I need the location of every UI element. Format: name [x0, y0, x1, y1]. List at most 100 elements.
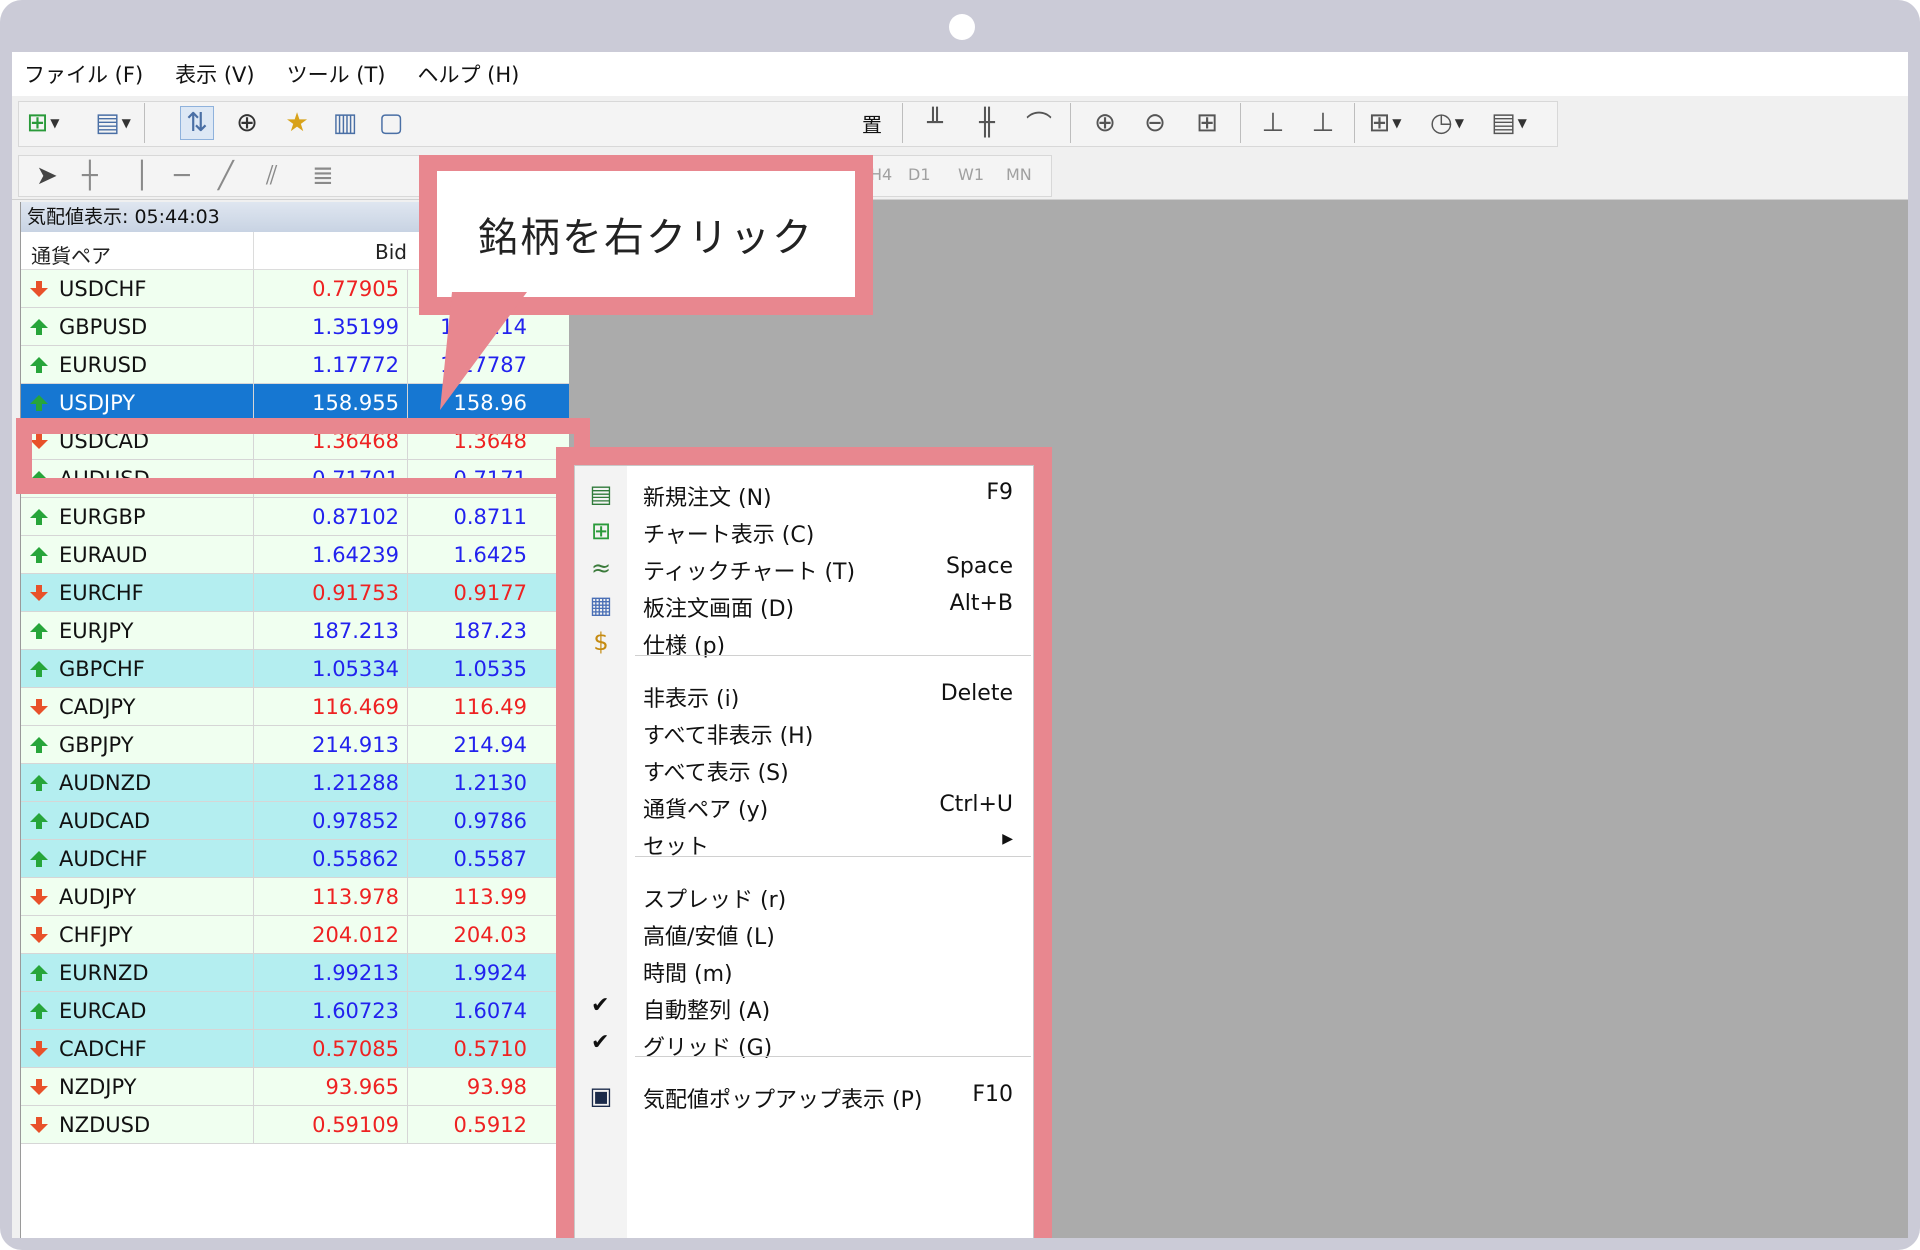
ask-cell: 93.98 — [466, 1075, 527, 1099]
menu-item-label: ティックチャート (T) — [643, 560, 856, 585]
table-row[interactable]: CADJPY 116.469 116.49 — [21, 688, 569, 726]
bid-cell: 1.35199 — [312, 315, 399, 339]
bar-chart-icon[interactable]: ╨ — [918, 106, 952, 140]
table-row[interactable]: NZDJPY 93.965 93.98 — [21, 1068, 569, 1106]
menu-item-shortcut: Delete — [940, 681, 1013, 706]
table-row[interactable]: AUDJPY 113.978 113.99 — [21, 878, 569, 916]
standard-toolbar: ⊞ ▼ ▤ ▼ ⇅ ⊕ ★ ▥ ▢ 置 ╨ ╫ ⌒ ⊕ ⊖ ⊞ ⊥ ⊥ ⊞ ▼ ◷ ▼ … — [12, 97, 1908, 153]
menu-tools[interactable]: ツール (T) — [287, 59, 386, 89]
candlestick-icon[interactable]: ╫ — [970, 106, 1004, 140]
symbol-cell: GBPUSD — [59, 315, 148, 339]
menu-view[interactable]: 表示 (V) — [175, 59, 254, 89]
indicators-icon[interactable]: ⊞ ▼ — [1368, 106, 1402, 140]
timeframe-mn[interactable]: MN — [1006, 165, 1032, 184]
symbol-cell: GBPCHF — [59, 657, 145, 681]
bid-cell: 0.77905 — [312, 277, 399, 301]
table-row[interactable]: GBPJPY 214.913 214.94 — [21, 726, 569, 764]
horizontal-line-icon[interactable]: ─ — [174, 161, 190, 191]
callout-text: 銘柄を右クリック — [437, 171, 855, 297]
table-row[interactable]: EURCAD 1.60723 1.6074 — [21, 992, 569, 1030]
menu-item-label: 板注文画面 (D) — [643, 597, 795, 622]
table-row[interactable]: EURJPY 187.213 187.23 — [21, 612, 569, 650]
timeframe-w1[interactable]: W1 — [958, 165, 984, 184]
bid-cell: 187.213 — [312, 619, 399, 643]
new-order-icon: ▤ — [589, 480, 613, 508]
toolbar-partial-label: 置 — [862, 113, 882, 137]
bid-cell: 214.913 — [312, 733, 399, 757]
menu-item-popup-prices[interactable]: ▣ 気配値ポップアップ表示 (P) F10 — [575, 1074, 1035, 1118]
ask-cell: 0.5710 — [453, 1037, 527, 1061]
table-row[interactable]: NZDUSD 0.59109 0.5912 — [21, 1106, 569, 1144]
ask-cell: 1.2130 — [453, 771, 527, 795]
zoom-in-icon[interactable]: ⊕ — [1088, 106, 1122, 140]
tile-windows-icon[interactable]: ⊞ — [1190, 106, 1224, 140]
price-up-arrow-icon — [29, 735, 49, 755]
ask-cell: 1.0535 — [453, 657, 527, 681]
menu-item-shortcut: Ctrl+U — [939, 792, 1013, 817]
chart-shift-icon[interactable]: ⊥ — [1306, 106, 1340, 140]
navigator-icon[interactable]: ★ — [280, 106, 314, 140]
menu-item-specification[interactable]: $ 仕様 (p) — [575, 620, 1035, 664]
zoom-out-icon[interactable]: ⊖ — [1138, 106, 1172, 140]
device-frame: ファイル (F) 表示 (V) ツール (T) ヘルプ (H) ⊞ ▼ ▤ ▼ ⇅ … — [0, 0, 1920, 1250]
table-row[interactable]: GBPCHF 1.05334 1.0535 — [21, 650, 569, 688]
ask-cell: 0.5912 — [453, 1113, 527, 1137]
vertical-line-icon[interactable]: │ — [134, 161, 150, 191]
bid-cell: 0.59109 — [312, 1113, 399, 1137]
table-row[interactable]: EURCHF 0.91753 0.9177 — [21, 574, 569, 612]
price-up-arrow-icon — [29, 849, 49, 869]
timeframe-d1[interactable]: D1 — [908, 165, 931, 184]
ask-cell: 1.6074 — [453, 999, 527, 1023]
bid-cell: 0.57085 — [312, 1037, 399, 1061]
periods-icon[interactable]: ◷ ▼ — [1430, 106, 1464, 140]
symbol-cell: CADCHF — [59, 1037, 147, 1061]
popup-prices-icon: ▣ — [589, 1082, 613, 1110]
symbol-cell: NZDJPY — [59, 1075, 137, 1099]
market-watch-icon[interactable]: ⇅ — [180, 106, 214, 140]
table-row[interactable]: AUDCAD 0.97852 0.9786 — [21, 802, 569, 840]
table-row[interactable]: EURAUD 1.64239 1.6425 — [21, 536, 569, 574]
symbol-cell: GBPJPY — [59, 733, 134, 757]
autoscroll-icon[interactable]: ⊥ — [1256, 106, 1290, 140]
bid-cell: 1.60723 — [312, 999, 399, 1023]
table-row[interactable]: CADCHF 0.57085 0.5710 — [21, 1030, 569, 1068]
profiles-icon[interactable]: ▤ ▼ — [95, 106, 131, 140]
symbol-cell: EURJPY — [59, 619, 134, 643]
channel-icon[interactable]: ⫽ — [266, 161, 278, 192]
table-row[interactable]: CHFJPY 204.012 204.03 — [21, 916, 569, 954]
column-symbol-header[interactable]: 通貨ペア — [31, 240, 111, 269]
table-row[interactable]: EURNZD 1.99213 1.9924 — [21, 954, 569, 992]
trendline-icon[interactable]: ╱ — [218, 161, 234, 191]
bid-cell: 93.965 — [325, 1075, 399, 1099]
ask-cell: 0.8711 — [453, 505, 527, 529]
menu-item-grid[interactable]: ✔ グリッド (G) — [575, 1022, 1035, 1066]
line-chart-icon[interactable]: ⌒ — [1022, 106, 1056, 141]
new-chart-icon[interactable]: ⊞ ▼ — [26, 106, 60, 140]
menu-file[interactable]: ファイル (F) — [24, 59, 143, 89]
crosshair-icon[interactable]: ⊕ — [230, 106, 264, 140]
table-row[interactable]: AUDCHF 0.55862 0.5587 — [21, 840, 569, 878]
templates-icon[interactable]: ▤ ▼ — [1491, 106, 1527, 140]
bid-cell: 1.64239 — [312, 543, 399, 567]
column-bid-header[interactable]: Bid — [253, 240, 407, 264]
cursor-icon[interactable]: ➤ — [36, 161, 58, 191]
fibonacci-icon[interactable]: ≣ — [312, 161, 334, 191]
table-row[interactable]: AUDNZD 1.21288 1.2130 — [21, 764, 569, 802]
menu-item-sets[interactable]: セット ▶ — [575, 821, 1035, 865]
symbol-cell: USDCHF — [59, 277, 147, 301]
submenu-arrow-icon: ▶ — [1002, 831, 1013, 847]
crosshair-tool-icon[interactable]: ┼ — [82, 161, 98, 191]
tester-icon[interactable]: ▢ — [374, 106, 408, 140]
price-down-arrow-icon — [29, 1039, 49, 1059]
menu-bar: ファイル (F) 表示 (V) ツール (T) ヘルプ (H) — [12, 52, 1908, 96]
bid-cell: 1.05334 — [312, 657, 399, 681]
price-up-arrow-icon — [29, 621, 49, 641]
terminal-icon[interactable]: ▥ — [328, 106, 362, 140]
menu-item-label: 気配値ポップアップ表示 (P) — [643, 1088, 923, 1113]
table-row[interactable]: EURGBP 0.87102 0.8711 — [21, 498, 569, 536]
menu-help[interactable]: ヘルプ (H) — [417, 59, 519, 89]
ask-cell: 116.49 — [453, 695, 527, 719]
ask-cell: 1.9924 — [453, 961, 527, 985]
timeframe-h4[interactable]: H4 — [870, 165, 892, 184]
price-up-arrow-icon — [29, 963, 49, 983]
